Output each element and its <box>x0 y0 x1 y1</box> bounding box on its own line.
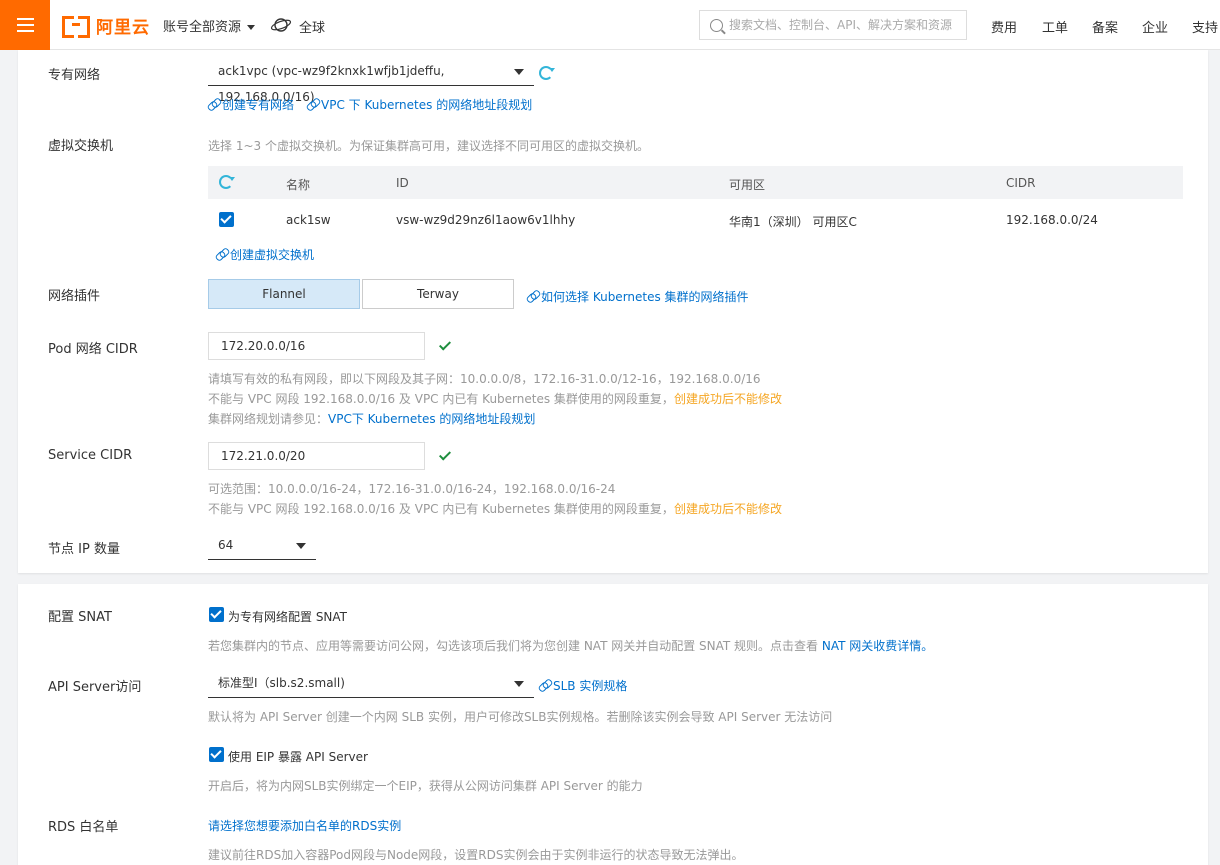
slb-spec-link-text: SLB 实例规格 <box>553 679 628 693</box>
pod-cidr-hint-plan-text: 集群网络规划请参见： <box>208 412 329 426</box>
column-header-zone: 可用区 <box>729 178 766 192</box>
aliyun-logo-icon <box>62 16 90 38</box>
link-icon <box>208 99 219 110</box>
vswitch-id: vsw-wz9d29nz6l1aow6v1lhhy <box>396 213 576 227</box>
account-resource-label: 账号全部资源 <box>163 20 242 35</box>
vswitch-label: 虚拟交换机 <box>48 139 114 154</box>
column-header-cidr: CIDR <box>1006 176 1036 190</box>
account-resource-selector[interactable]: 账号全部资源 <box>163 16 256 35</box>
node-ip-count-value: 64 <box>218 538 234 552</box>
vswitch-cidr: 192.168.0.0/24 <box>1006 213 1098 227</box>
top-bar: 阿里云 账号全部资源 全球 费用 工单 备案 企业 支持 <box>0 0 1220 50</box>
link-icon <box>539 680 550 691</box>
create-vswitch-link[interactable]: 创建虚拟交换机 <box>216 246 314 263</box>
snat-hint-text: 若您集群内的节点、应用等需要访问公网，勾选该项后我们将为您创建 NAT 网关并自… <box>208 639 822 653</box>
network-plugin-guide-link[interactable]: 如何选择 Kubernetes 集群的网络插件 <box>527 288 749 305</box>
create-vpc-link[interactable]: 创建专有网络 <box>208 96 294 113</box>
plugin-option-terway[interactable]: Terway <box>362 279 514 309</box>
service-cidr-hint-warning: 创建成功后不能修改 <box>673 502 782 516</box>
nat-pricing-link[interactable]: NAT 网关收费详情。 <box>822 639 933 653</box>
service-cidr-label: Service CIDR <box>48 448 133 463</box>
create-vpc-link-text: 创建专有网络 <box>222 98 295 112</box>
search-input[interactable] <box>729 18 959 32</box>
slb-spec-link[interactable]: SLB 实例规格 <box>539 677 627 694</box>
rds-whitelist-label: RDS 白名单 <box>48 820 119 835</box>
eip-checkbox-label[interactable]: 使用 EIP 暴露 API Server <box>228 748 368 765</box>
vswitch-hint: 选择 1~3 个虚拟交换机。为保证集群高可用，建议选择不同可用区的虚拟交换机。 <box>208 139 649 153</box>
check-icon <box>438 448 452 461</box>
nav-enterprise[interactable]: 企业 <box>1142 17 1168 36</box>
snat-checkbox-label[interactable]: 为专有网络配置 SNAT <box>228 608 347 625</box>
node-ip-count-select[interactable]: 64 <box>208 532 316 560</box>
search-icon <box>710 18 723 32</box>
snat-hint: 若您集群内的节点、应用等需要访问公网，勾选该项后我们将为您创建 NAT 网关并自… <box>208 637 933 654</box>
vswitch-row-checkbox[interactable] <box>219 212 234 227</box>
service-cidr-hint-conflict-text: 不能与 VPC 网段 192.168.0.0/16 及 VPC 内已有 Kube… <box>208 502 674 516</box>
link-icon <box>527 291 538 302</box>
vpc-select[interactable]: ack1vpc (vpc-wz9f2knxk1wfjb1jdeffu, 192.… <box>208 58 534 104</box>
pod-cidr-hint-conflict-text: 不能与 VPC 网段 192.168.0.0/16 及 VPC 内已有 Kube… <box>208 392 674 406</box>
column-header-id: ID <box>396 176 409 190</box>
nav-icp[interactable]: 备案 <box>1092 17 1118 36</box>
refresh-icon[interactable] <box>539 66 553 80</box>
vpc-plan-link[interactable]: VPC 下 Kubernetes 的网络地址段规划 <box>307 96 532 113</box>
snat-checkbox[interactable] <box>209 607 224 622</box>
chevron-down-icon <box>247 25 256 30</box>
pod-cidr-hint-plan: 集群网络规划请参见：VPC下 Kubernetes 的网络地址段规划 <box>208 410 535 427</box>
service-cidr-hint-conflict: 不能与 VPC 网段 192.168.0.0/16 及 VPC 内已有 Kube… <box>208 500 782 517</box>
link-icon <box>216 249 227 260</box>
column-header-name: 名称 <box>286 178 311 192</box>
pod-cidr-hint-warning: 创建成功后不能修改 <box>673 392 782 406</box>
eip-hint: 开启后，将为内网SLB实例绑定一个EIP，获得从公网访问集群 API Serve… <box>208 779 643 793</box>
plugin-option-flannel[interactable]: Flannel <box>208 279 360 309</box>
chevron-down-icon <box>514 69 524 75</box>
vpc-label: 专有网络 <box>48 68 101 83</box>
pod-cidr-plan-link[interactable]: VPC下 Kubernetes 的网络地址段规划 <box>328 412 535 426</box>
check-icon <box>438 338 452 351</box>
region-label[interactable]: 全球 <box>299 17 325 36</box>
vswitch-name: ack1sw <box>286 213 331 227</box>
api-server-slb-value: 标准型I（slb.s2.small) <box>218 676 345 690</box>
snat-label: 配置 SNAT <box>48 610 112 625</box>
rds-select-link[interactable]: 请选择您想要添加白名单的RDS实例 <box>208 817 401 834</box>
pod-cidr-hint-conflict: 不能与 VPC 网段 192.168.0.0/16 及 VPC 内已有 Kube… <box>208 390 782 407</box>
pod-cidr-label: Pod 网络 CIDR <box>48 342 138 357</box>
pod-cidr-hint-range: 请填写有效的私有网段，即以下网段及其子网：10.0.0.0/8，172.16-3… <box>208 372 761 386</box>
service-cidr-hint-range: 可选范围：10.0.0.0/16-24，172.16-31.0.0/16-24，… <box>208 482 616 496</box>
logo-text: 阿里云 <box>96 17 150 38</box>
global-search[interactable] <box>699 10 967 40</box>
refresh-icon[interactable] <box>219 175 233 189</box>
vswitch-zone: 华南1（深圳） 可用区C <box>729 215 857 229</box>
node-ip-count-label: 节点 IP 数量 <box>48 542 120 557</box>
vswitch-table-header: 名称 ID 可用区 CIDR <box>208 166 1183 199</box>
link-icon <box>307 99 318 110</box>
service-cidr-input[interactable] <box>208 442 425 470</box>
aliyun-logo[interactable]: 阿里云 <box>62 13 150 38</box>
api-server-slb-select[interactable]: 标准型I（slb.s2.small) <box>208 670 534 698</box>
nav-support[interactable]: 支持 <box>1192 17 1218 36</box>
pod-cidr-input[interactable] <box>208 332 425 360</box>
network-plugin-label: 网络插件 <box>48 289 101 304</box>
chevron-down-icon <box>296 543 306 549</box>
globe-icon[interactable] <box>270 15 292 35</box>
vpc-plan-link-text: VPC 下 Kubernetes 的网络地址段规划 <box>321 98 533 112</box>
chevron-down-icon <box>514 681 524 687</box>
nav-billing[interactable]: 费用 <box>991 17 1017 36</box>
network-plugin-guide-link-text: 如何选择 Kubernetes 集群的网络插件 <box>541 290 749 304</box>
menu-icon[interactable] <box>0 0 50 50</box>
rds-hint: 建议前往RDS加入容器Pod网段与Node网段，设置RDS实例会由于实例非运行的… <box>208 848 744 862</box>
create-vswitch-link-text: 创建虚拟交换机 <box>230 248 315 262</box>
api-server-label: API Server访问 <box>48 680 142 695</box>
eip-checkbox[interactable] <box>209 747 224 762</box>
access-config-card: 配置 SNAT 为专有网络配置 SNAT 若您集群内的节点、应用等需要访问公网，… <box>18 584 1208 865</box>
nav-tickets[interactable]: 工单 <box>1042 17 1068 36</box>
network-config-card: 专有网络 ack1vpc (vpc-wz9f2knxk1wfjb1jdeffu,… <box>18 50 1208 573</box>
api-server-hint: 默认将为 API Server 创建一个内网 SLB 实例，用户可修改SLB实例… <box>208 710 833 724</box>
